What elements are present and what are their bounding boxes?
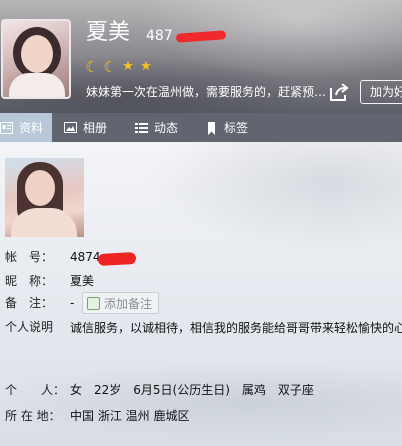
level-badges: ☾ ☾ ★ ★ xyxy=(84,59,154,75)
star-icon: ★ xyxy=(122,59,134,74)
note-value: - xyxy=(70,296,75,310)
avatar-face xyxy=(21,35,53,73)
star-icon: ★ xyxy=(140,59,152,74)
account-number: 487 xyxy=(146,28,173,44)
tab-bar: 资料 相册 动态 标签 xyxy=(0,113,402,142)
photo-face xyxy=(25,170,55,206)
account-row: 帐 号： 4874 xyxy=(5,249,305,265)
add-friend-button[interactable]: 加为好友 xyxy=(360,80,402,104)
location-row: 所 在 地： 中国 浙江 温州 鹿城区 xyxy=(5,408,400,424)
note-edit-icon xyxy=(87,296,100,310)
share-icon[interactable] xyxy=(327,80,351,104)
tab-album-label: 相册 xyxy=(83,121,108,135)
personal-label: 个 人： xyxy=(5,383,66,397)
tab-tags-label: 标签 xyxy=(224,121,249,135)
add-note-label: 添加备注 xyxy=(104,296,153,311)
nickname-value: 夏美 xyxy=(70,274,95,288)
tab-profile-label: 资料 xyxy=(19,121,44,135)
nickname-title: 夏美 xyxy=(86,20,131,45)
avatar[interactable] xyxy=(1,19,71,99)
account-value: 4874 xyxy=(70,250,101,264)
moon-icon: ☾ xyxy=(103,58,117,76)
avatar-body xyxy=(9,73,65,97)
redaction-mark xyxy=(97,252,137,266)
intro-label: 个人说明 xyxy=(5,320,54,334)
intro-value: 诚信服务，以诚相待，相信我的服务能给哥哥带来轻松愉快的心情 xyxy=(70,321,402,335)
add-note-button[interactable]: 添加备注 xyxy=(82,292,160,314)
personal-value: 女 22岁 6月5日(公历生日) 属鸡 双子座 xyxy=(70,383,314,397)
tab-feed-label: 动态 xyxy=(154,121,179,135)
photo-body xyxy=(11,208,77,237)
location-label: 所 在 地： xyxy=(5,409,61,423)
tab-tags[interactable]: 标签 xyxy=(205,113,248,142)
photo-album-icon xyxy=(64,121,77,134)
tab-profile[interactable]: 资料 xyxy=(0,113,52,142)
tab-album[interactable]: 相册 xyxy=(64,113,107,142)
profile-details: 帐 号： 4874 昵 称： 夏美 备 注： - 添加备注 个人说明 诚信服务，… xyxy=(0,142,402,446)
location-value: 中国 浙江 温州 鹿城区 xyxy=(70,409,190,423)
nickname-row: 昵 称： 夏美 xyxy=(5,273,305,289)
tab-feed[interactable]: 动态 xyxy=(135,113,178,142)
moon-icon: ☾ xyxy=(85,58,99,76)
feed-list-icon xyxy=(135,122,148,134)
profile-photo[interactable] xyxy=(5,158,84,237)
bookmark-icon xyxy=(205,121,218,135)
profile-card-icon xyxy=(0,121,13,134)
intro-row: 个人说明 xyxy=(5,319,65,335)
note-label: 备 注： xyxy=(5,296,54,310)
nickname-label: 昵 称： xyxy=(5,274,54,288)
account-label: 帐 号： xyxy=(5,250,54,264)
profile-header: 夏美 487 ☾ ☾ ★ ★ 妹妹第一次在温州做，需要服务的，赶紧预… 加为好友 xyxy=(0,0,402,113)
signature-text[interactable]: 妹妹第一次在温州做，需要服务的，赶紧预… xyxy=(86,83,326,101)
personal-row: 个 人： 女 22岁 6月5日(公历生日) 属鸡 双子座 xyxy=(5,382,400,398)
